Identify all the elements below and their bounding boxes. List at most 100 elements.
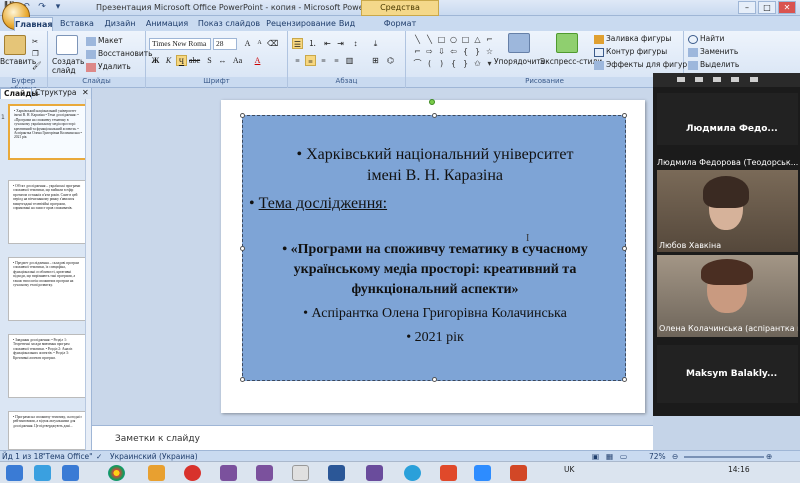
shape-line-icon[interactable]: ⌐ [484, 35, 495, 45]
tab-format[interactable]: Формат [380, 17, 420, 31]
shrink-font-icon[interactable]: A [254, 38, 265, 49]
zoom-level[interactable]: 72% [649, 452, 666, 461]
strikethrough-button[interactable]: abc [189, 55, 200, 66]
shape-arrow-icon[interactable]: ⇦ [448, 47, 459, 57]
participant-tile[interactable]: Maksym Balakly... [657, 345, 798, 403]
delete-slide-button[interactable]: Удалить [86, 62, 131, 72]
align-right-button[interactable]: ≡ [318, 55, 329, 66]
spellcheck-icon[interactable]: ✓ [96, 452, 102, 461]
opera-icon[interactable] [184, 465, 201, 481]
slide-thumbnail[interactable]: • Харківський національний університет і… [8, 104, 88, 160]
clear-format-icon[interactable]: ⌫ [267, 38, 278, 49]
view-slideshow-icon[interactable]: ▭ [620, 452, 627, 461]
view-sorter-icon[interactable]: ▦ [606, 452, 613, 461]
underline-button[interactable]: Ч [176, 55, 187, 66]
shape-star-icon[interactable]: ✩ [472, 59, 483, 69]
replace-button[interactable]: Заменить [688, 47, 738, 57]
shadow-button[interactable]: S [204, 55, 215, 66]
align-text-button[interactable]: ⊞ [370, 55, 381, 66]
text-placeholder[interactable]: • Харківський національний університет і… [240, 113, 627, 382]
resize-handle[interactable] [622, 377, 627, 382]
increase-indent-button[interactable]: ⇥ [335, 38, 346, 49]
layout-button[interactable]: Макет [86, 36, 123, 46]
smartart-button[interactable]: ⌬ [385, 55, 396, 66]
resize-handle[interactable] [622, 113, 627, 118]
tab-review[interactable]: Рецензирование [265, 17, 337, 31]
shape-fill-button[interactable]: Заливка фигуры [594, 34, 671, 44]
shape-arrow-icon[interactable]: ⇨ [424, 47, 435, 57]
tab-view[interactable]: Вид [338, 17, 356, 31]
shape-line-icon[interactable]: ╲ [424, 35, 435, 45]
maximize-button[interactable]: □ [758, 1, 776, 14]
shape-brace-icon[interactable]: } [460, 59, 471, 69]
slide-thumbnail[interactable]: • Програми на споживчу тематику, сьогодн… [8, 411, 88, 450]
shape-brace-icon[interactable]: { [460, 47, 471, 57]
align-left-button[interactable]: ≡ [292, 55, 303, 66]
browser-icon[interactable] [62, 465, 79, 481]
copy-icon[interactable]: ❐ [32, 49, 39, 58]
zoom-app-icon[interactable] [474, 465, 491, 481]
align-center-button[interactable]: ≡ [305, 55, 316, 66]
bold-button[interactable]: Ж [150, 55, 161, 66]
font-color-button[interactable]: A [252, 55, 263, 66]
current-slide[interactable]: • Харківський національний університет і… [221, 99, 645, 413]
language-label[interactable]: Украинский (Украина) [110, 452, 198, 461]
shape-outline-button[interactable]: Контур фигуры [594, 47, 667, 57]
arrange-icon[interactable] [508, 33, 530, 53]
shape-brace-icon[interactable]: { [448, 59, 459, 69]
theme-name[interactable]: "Тема Office" [42, 452, 93, 461]
view-normal-icon[interactable]: ▣ [592, 452, 599, 461]
clock[interactable]: 14:16 [728, 465, 750, 474]
zoom-in-icon[interactable]: ⊕ [766, 452, 772, 461]
viber-icon[interactable] [256, 465, 273, 481]
quick-styles-icon[interactable] [556, 33, 578, 53]
shape-arrow-icon[interactable]: ⇩ [436, 47, 447, 57]
columns-button[interactable]: ▥ [344, 55, 355, 66]
panel-scrollbar[interactable] [85, 99, 91, 450]
text-direction-button[interactable]: ⤓ [370, 38, 381, 49]
zoom-slider[interactable] [684, 456, 764, 458]
rotation-handle[interactable] [429, 99, 435, 105]
shape-line-icon[interactable]: ╲ [412, 35, 423, 45]
italic-button[interactable]: К [163, 55, 174, 66]
numbering-button[interactable]: ⒈ [307, 38, 318, 49]
slide-thumbnail[interactable]: • Завдання дослідження: • Розділ 1: Теор… [8, 334, 88, 398]
resize-handle[interactable] [432, 377, 437, 382]
resize-handle[interactable] [432, 113, 437, 118]
tab-slideshow[interactable]: Показ слайдов [196, 17, 262, 31]
close-panel-icon[interactable]: ✕ [82, 88, 89, 97]
grow-font-icon[interactable]: A [242, 38, 253, 49]
arrange-button[interactable]: Упорядочить [494, 57, 545, 66]
new-slide-icon[interactable] [56, 35, 78, 55]
participant-video[interactable]: Любов Хавкіна [657, 170, 798, 252]
view-icon[interactable] [695, 77, 703, 82]
select-button[interactable]: Выделить [688, 60, 739, 70]
zoom-out-icon[interactable]: ⊖ [672, 452, 678, 461]
customize-qat-icon[interactable]: ▾ [52, 2, 64, 13]
decrease-indent-button[interactable]: ⇤ [322, 38, 333, 49]
participant-video[interactable]: Олена Колачинська (аспірантка к... [657, 255, 798, 337]
cut-icon[interactable]: ✂ [32, 37, 38, 46]
slide-thumbnail[interactable]: • Предмет дослідження – складові програм… [8, 257, 88, 321]
folder-icon[interactable] [148, 465, 165, 481]
view-icon[interactable] [713, 77, 721, 82]
tab-animation[interactable]: Анимация [144, 17, 190, 31]
redo-icon[interactable]: ↷ [36, 2, 48, 13]
quick-styles-button[interactable]: Экспресс-стили [540, 57, 602, 66]
shape-oval-icon[interactable]: ○ [448, 35, 459, 45]
shape-arc-icon[interactable]: ⌒ [412, 59, 423, 69]
shape-effects-button[interactable]: Эффекты для фигур [594, 60, 687, 70]
shape-rect-icon[interactable]: □ [436, 35, 447, 45]
slide-thumbnail[interactable]: • Об'єкт дослідження – українські програ… [8, 180, 88, 244]
new-slide-button[interactable]: Создать слайд [52, 57, 84, 75]
app-icon[interactable] [440, 465, 457, 481]
resize-handle[interactable] [240, 377, 245, 382]
powerpoint-icon[interactable] [510, 465, 527, 481]
view-icon[interactable] [731, 77, 739, 82]
shape-connector-icon[interactable]: ⌐ [412, 47, 423, 57]
paste-button[interactable]: Вставить [0, 57, 36, 66]
shape-star-icon[interactable]: ☆ [484, 47, 495, 57]
line-spacing-button[interactable]: ↕ [350, 38, 361, 49]
chrome-icon[interactable] [108, 465, 125, 481]
close-button[interactable]: ✕ [778, 1, 796, 14]
